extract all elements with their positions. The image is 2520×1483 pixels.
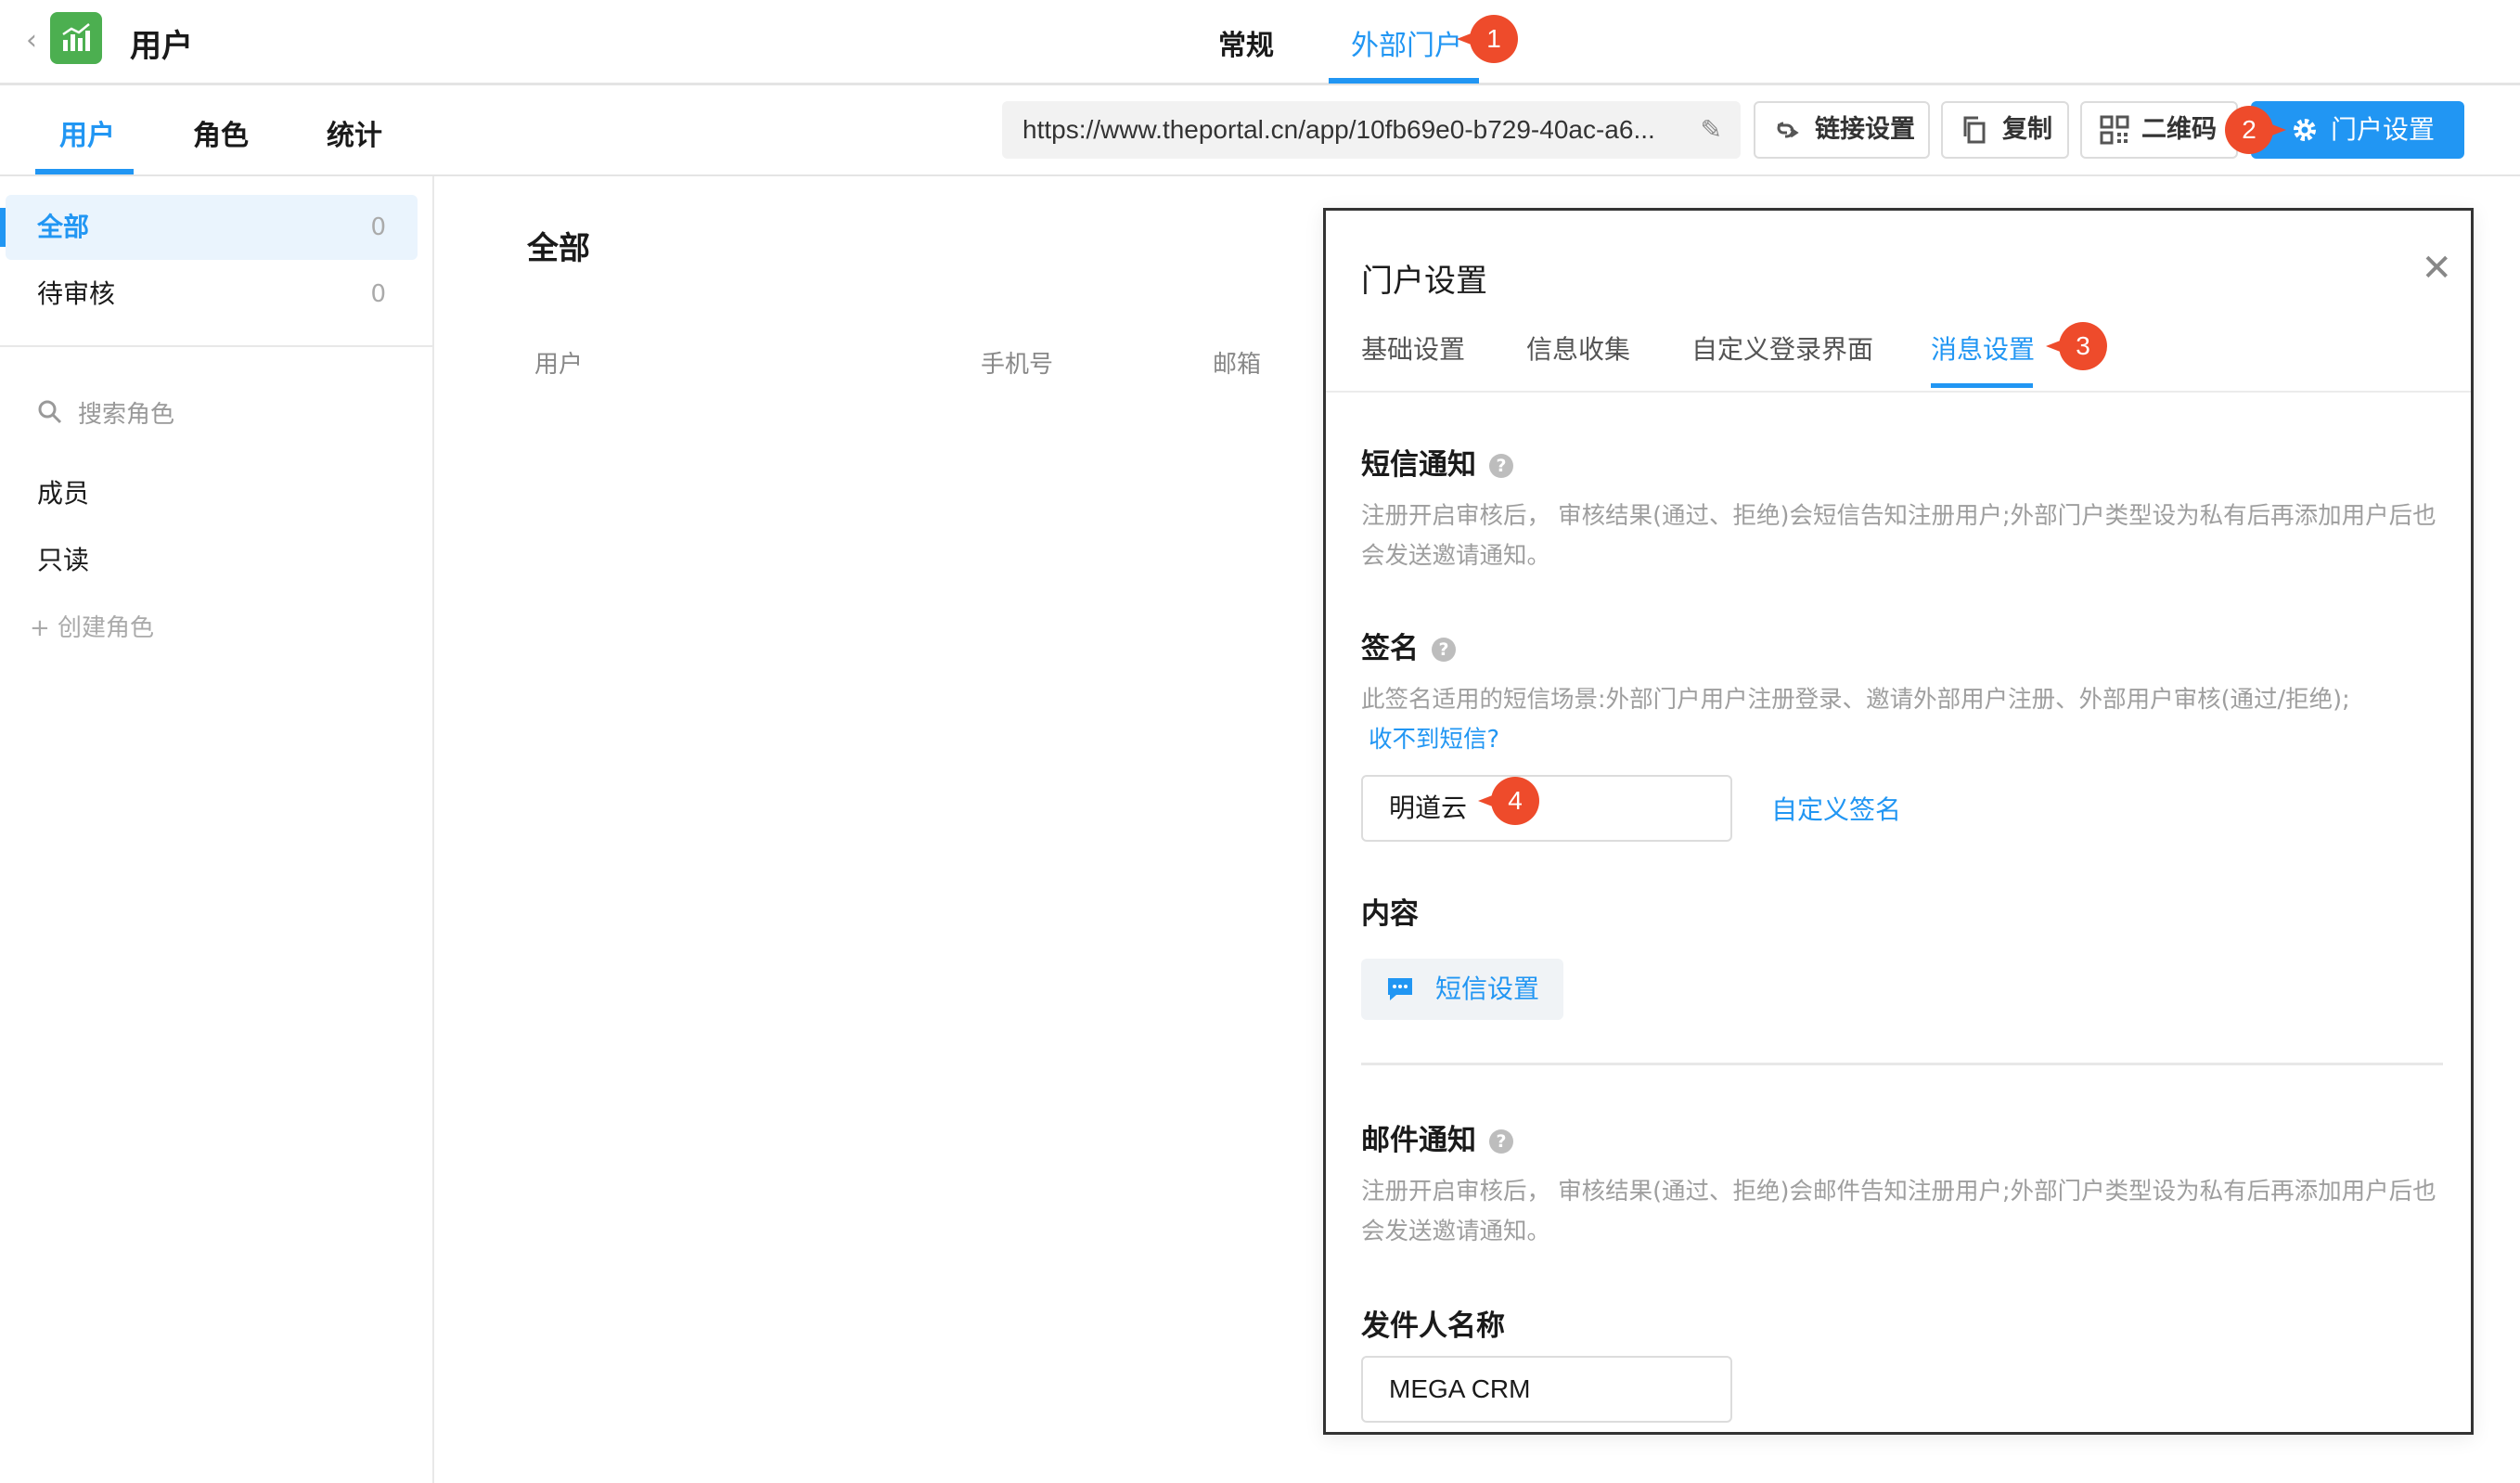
close-icon[interactable]: ✕	[2421, 250, 2452, 287]
tab-roles[interactable]: 角色	[193, 112, 249, 153]
annotation-badge: 4	[1478, 777, 1539, 825]
app-chart-icon	[50, 12, 102, 64]
qrcode-icon	[2100, 115, 2129, 145]
signature-value: 明道云	[1389, 793, 1468, 822]
app-title: 用户	[130, 28, 193, 65]
sms-notification-heading: 短信通知?	[1361, 441, 1513, 483]
annotation-badge: 1	[1457, 15, 1518, 63]
filter-all[interactable]: 全部 0	[0, 195, 418, 260]
filter-label: 全部	[37, 212, 90, 242]
sender-name-heading: 发件人名称	[1361, 1309, 1505, 1343]
portal-url-text: https://www.theportal.cn/app/10fb69e0-b7…	[1022, 115, 1655, 144]
link-settings-label: 链接设置	[1815, 115, 1915, 144]
mode-tab-external-portal[interactable]: 外部门户	[1351, 22, 1462, 63]
annotation-badge: 3	[2046, 322, 2107, 370]
help-icon[interactable]: ?	[1489, 454, 1513, 478]
sender-name-value: MEGA CRM	[1389, 1374, 1531, 1403]
no-sms-help-link[interactable]: 收不到短信?	[1361, 726, 1499, 754]
left-sidebar: 全部 0 待审核 0 搜索角色 成员 只读 + 创建角色	[0, 176, 434, 1483]
search-icon	[38, 400, 62, 424]
create-role-button[interactable]: + 创建角色	[30, 609, 154, 643]
page-title: 全部	[527, 230, 590, 267]
top-bar: ‹ 用户 常规 外部门户 1	[0, 0, 2520, 85]
sms-notification-description: 注册开启审核后， 审核结果(通过、拒绝)会短信告知注册用户;外部门户类型设为私有…	[1361, 502, 2436, 570]
tab-users[interactable]: 用户	[59, 112, 115, 153]
copy-button[interactable]: 复制	[1941, 101, 2069, 159]
sub-tab-indicator	[35, 169, 134, 174]
signature-heading: 签名?	[1361, 625, 1456, 666]
role-search-input[interactable]: 搜索角色	[37, 395, 174, 430]
gear-icon	[2294, 119, 2316, 141]
portal-settings-dialog: 门户设置 ✕ 基础设置 信息收集 自定义登录界面 消息设置 3 短信通知? 注册…	[1323, 208, 2474, 1435]
email-notification-description: 注册开启审核后， 审核结果(通过、拒绝)会邮件告知注册用户;外部门户类型设为私有…	[1361, 1178, 2436, 1245]
custom-signature-link[interactable]: 自定义签名	[1771, 790, 1901, 827]
signature-title: 签名	[1361, 632, 1419, 665]
qrcode-label: 二维码	[2141, 115, 2217, 144]
qrcode-button[interactable]: 二维码	[2080, 101, 2238, 159]
tab-custom-login[interactable]: 自定义登录界面	[1691, 329, 1873, 367]
column-header-user: 用户	[534, 351, 584, 379]
pencil-icon[interactable]: ✎	[1701, 101, 1722, 159]
dialog-tab-indicator	[1931, 383, 2033, 388]
link-icon	[1777, 122, 1799, 138]
signature-description: 此签名适用的短信场景:外部门户用户注册登录、邀请外部用户注册、外部用户审核(通过…	[1361, 680, 2447, 760]
email-notification-title: 邮件通知	[1361, 1124, 1476, 1157]
mode-tab-regular[interactable]: 常规	[1218, 22, 1274, 63]
role-item-readonly[interactable]: 只读	[37, 540, 89, 577]
signature-input[interactable]: 明道云	[1361, 775, 1732, 842]
back-chevron-icon[interactable]: ‹	[26, 24, 37, 57]
annotation-badge: 2	[2225, 106, 2286, 154]
portal-settings-label: 门户设置	[2331, 114, 2436, 145]
email-notification-heading: 邮件通知?	[1361, 1116, 1513, 1158]
tab-info-collection[interactable]: 信息收集	[1526, 329, 1630, 367]
role-search-placeholder: 搜索角色	[78, 401, 175, 429]
column-header-phone: 手机号	[981, 351, 1054, 379]
column-header-email: 邮箱	[1213, 351, 1262, 379]
help-icon[interactable]: ?	[1489, 1129, 1513, 1154]
message-icon	[1388, 978, 1412, 1000]
tab-message-settings[interactable]: 消息设置	[1931, 329, 2035, 367]
dialog-title: 门户设置	[1361, 263, 1487, 300]
role-item-member[interactable]: 成员	[37, 473, 89, 510]
portal-url-field[interactable]: https://www.theportal.cn/app/10fb69e0-b7…	[1002, 101, 1741, 159]
sidebar-divider	[0, 345, 432, 347]
tab-basic-settings[interactable]: 基础设置	[1361, 329, 1465, 367]
sub-navigation-bar: 用户 角色 统计 https://www.theportal.cn/app/10…	[0, 88, 2520, 176]
filter-pending-review[interactable]: 待审核 0	[6, 262, 418, 327]
sms-notification-title: 短信通知	[1361, 448, 1476, 482]
section-divider	[1361, 1063, 2443, 1065]
tab-statistics[interactable]: 统计	[327, 112, 382, 153]
content-heading: 内容	[1361, 897, 1419, 931]
filter-count: 0	[370, 280, 386, 308]
help-icon[interactable]: ?	[1432, 638, 1456, 662]
link-settings-button[interactable]: 链接设置	[1754, 101, 1930, 159]
signature-description-text: 此签名适用的短信场景:外部门户用户注册登录、邀请外部用户注册、外部用户审核(通过…	[1361, 686, 2350, 714]
mode-tab-indicator	[1329, 78, 1479, 84]
filter-label: 待审核	[37, 278, 116, 309]
sms-settings-button[interactable]: 短信设置	[1361, 959, 1564, 1020]
dialog-tab-divider	[1326, 391, 2471, 393]
sms-settings-label: 短信设置	[1435, 974, 1540, 1004]
sender-name-input[interactable]: MEGA CRM	[1361, 1356, 1732, 1423]
filter-count: 0	[370, 213, 386, 241]
copy-icon	[1963, 116, 1986, 144]
copy-label: 复制	[2002, 115, 2052, 144]
